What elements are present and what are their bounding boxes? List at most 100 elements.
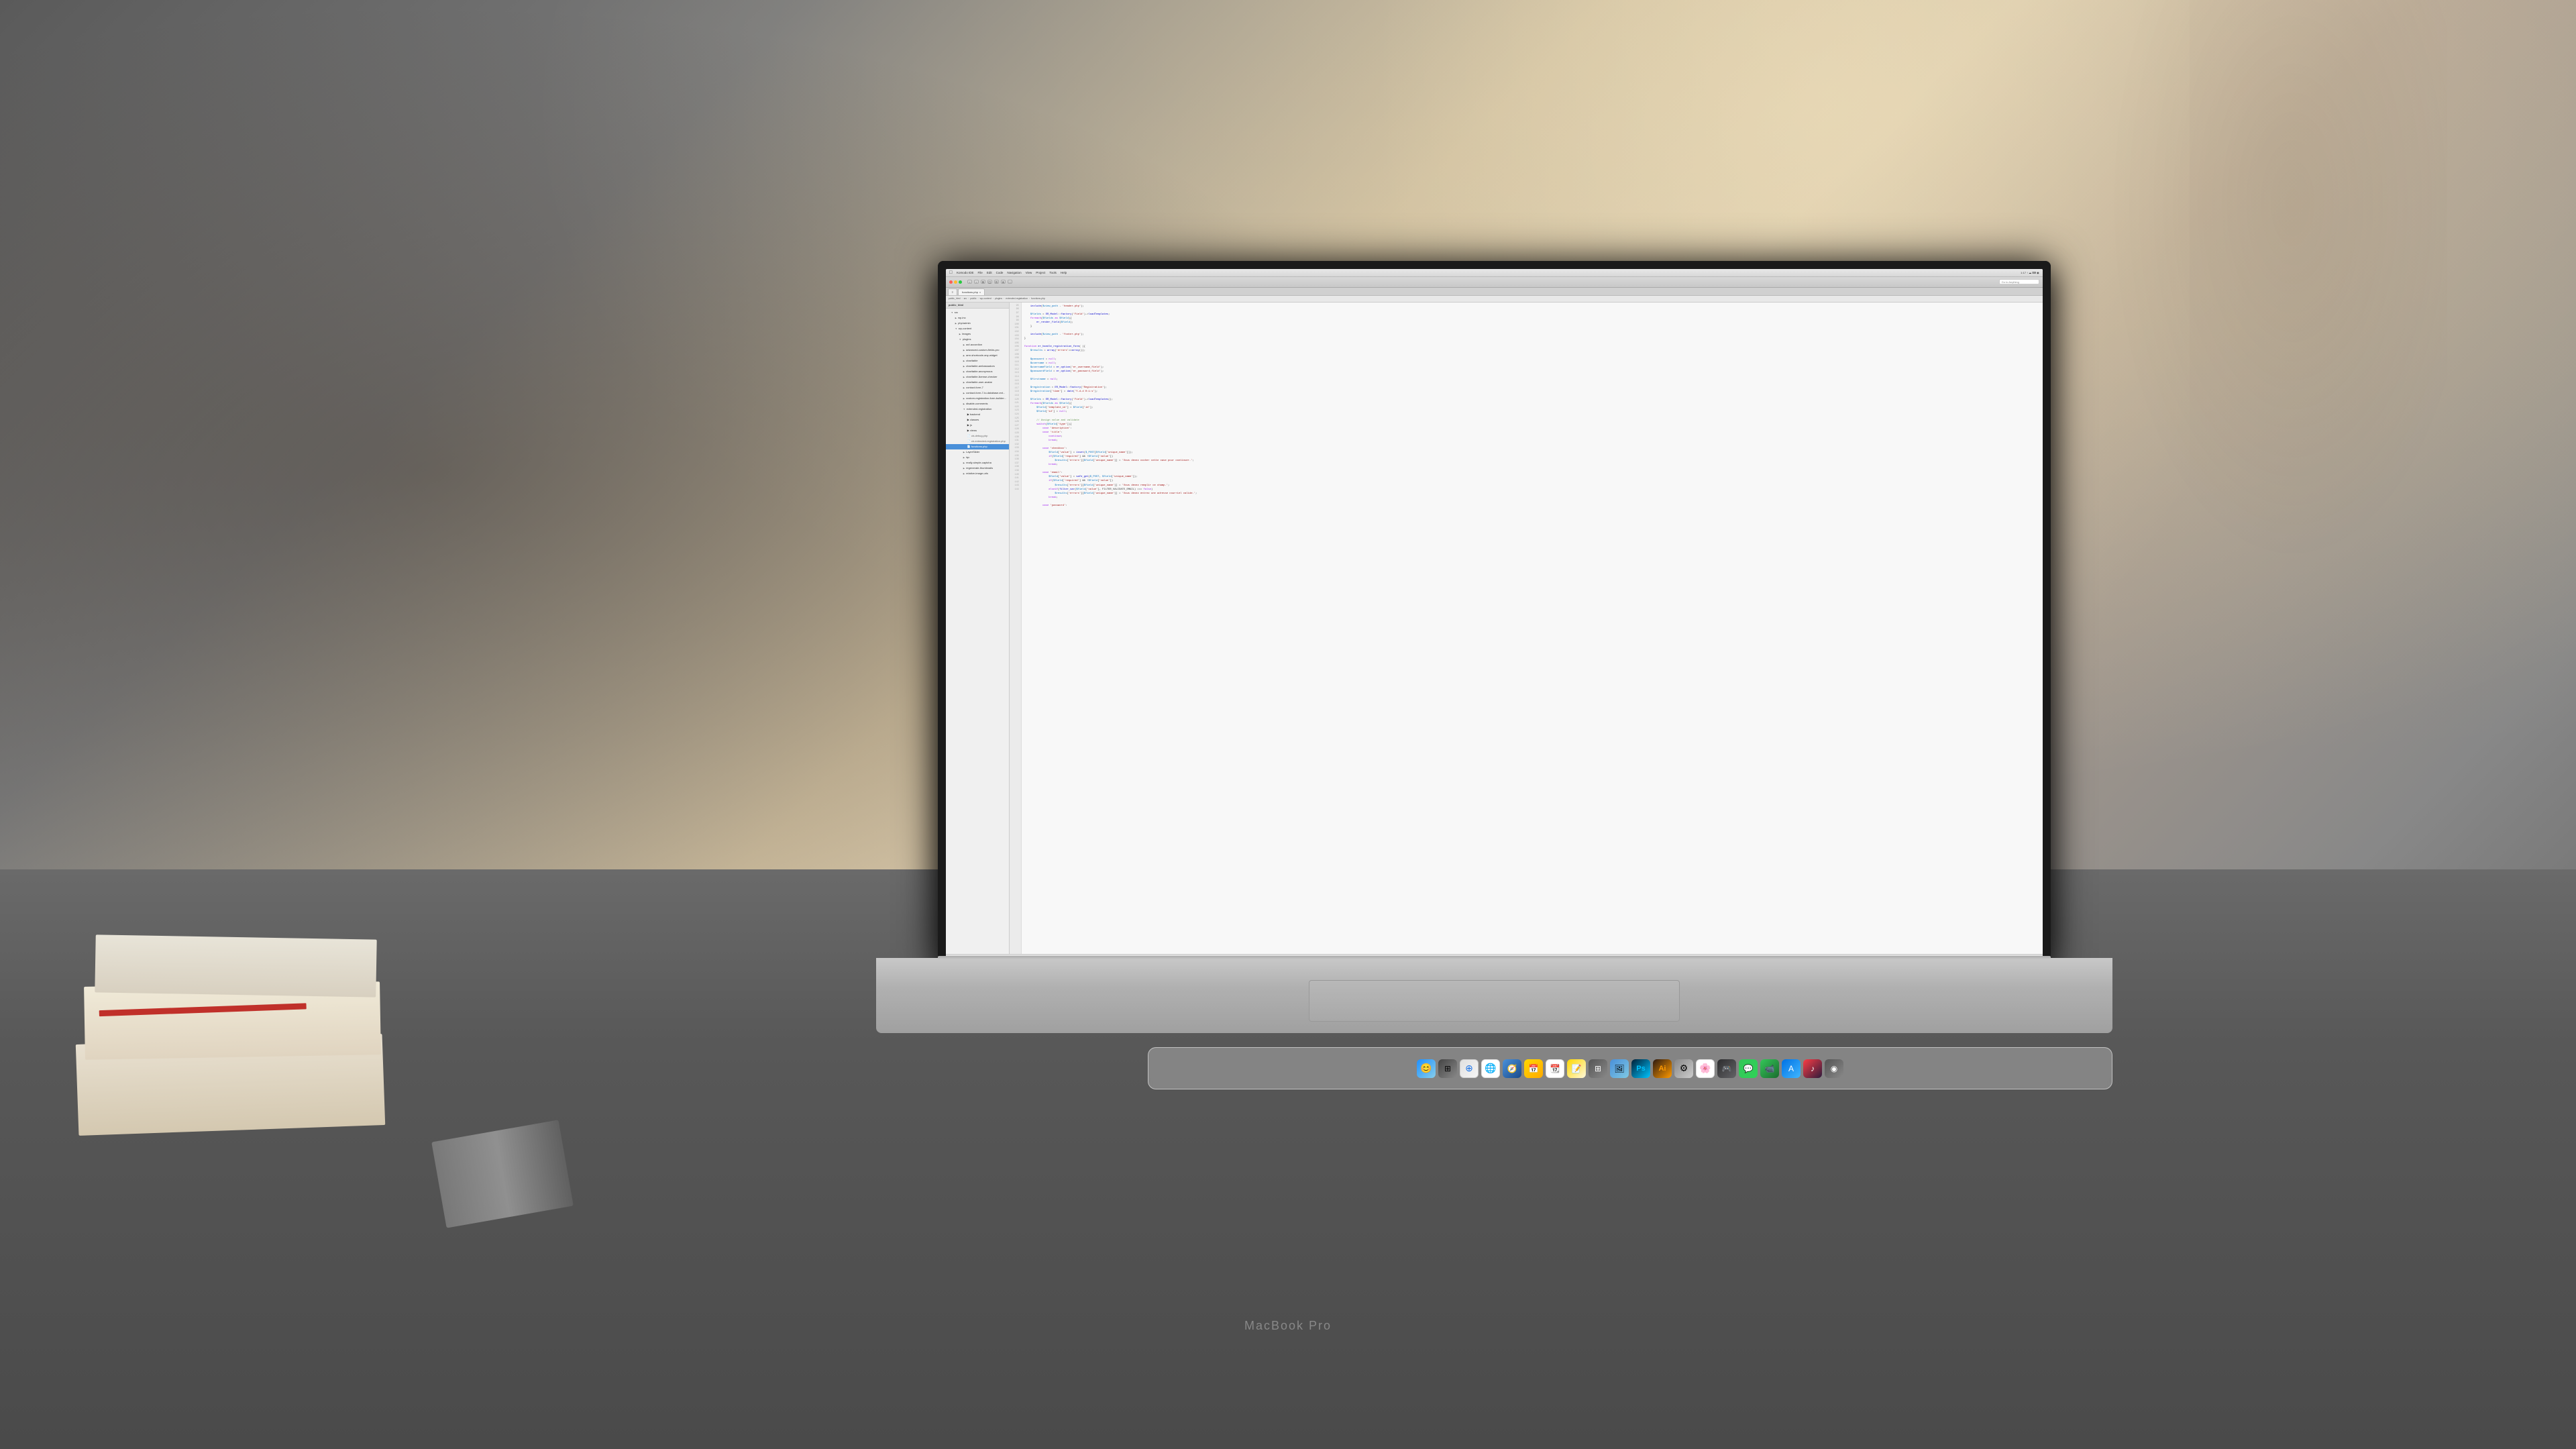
menu-bar:  Komodo IDE File Edit Code Navigation V… <box>946 269 2043 277</box>
close-button[interactable] <box>949 280 953 284</box>
tree-item-acf[interactable]: acf-accordion <box>946 342 1009 347</box>
tree-item-charitable[interactable]: charitable <box>946 358 1009 364</box>
dock-icon-calendar[interactable]: 📆 <box>1546 1059 1564 1078</box>
tree-item-cf7-db[interactable]: contact-form-7-to-database-ext... <box>946 390 1009 396</box>
dock-icon-launchpad[interactable]: ⊞ <box>1438 1059 1457 1078</box>
tree-item-captcha[interactable]: really-simple-captcha <box>946 460 1009 466</box>
dock-icon-contacts[interactable]: 📅 <box>1524 1059 1543 1078</box>
menu-komodo[interactable]: Komodo IDE <box>957 271 974 274</box>
menu-file[interactable]: File <box>978 271 983 274</box>
laptop-screen:  Komodo IDE File Edit Code Navigation V… <box>946 269 2043 962</box>
toolbar-btn-3[interactable]: ⊟ <box>994 280 999 284</box>
sidebar-toggle[interactable]: ≡ <box>948 288 957 295</box>
menu-view[interactable]: View <box>1026 271 1032 274</box>
tree-item-debug[interactable]: 📄 cb-debug.php <box>946 433 1009 439</box>
tree-item-src[interactable]: src <box>946 310 1009 315</box>
tab-functions-php[interactable]: functions.php × <box>958 288 985 295</box>
dock-icon-illustrator[interactable]: Ai <box>1653 1059 1672 1078</box>
menu-edit[interactable]: Edit <box>987 271 992 274</box>
toolbar-btn-1[interactable]: ⊞ <box>981 280 985 284</box>
tree-item-custom-reg[interactable]: custom-registration-form-builder... <box>946 396 1009 401</box>
laptop-screen-bezel:  Komodo IDE File Edit Code Navigation V… <box>938 261 2051 967</box>
tree-item-extended-reg[interactable]: extended-registration <box>946 407 1009 412</box>
dock-icon-messages[interactable]: 💬 <box>1739 1059 1758 1078</box>
tree-item-charitable-lic[interactable]: charitable-license-checker <box>946 374 1009 380</box>
code-content: 9596979899 100101102103104 1051061071081… <box>1010 303 2043 962</box>
dock-icon-appstore[interactable]: A <box>1782 1059 1801 1078</box>
tree-item-acf-pro[interactable]: advanced-custom-fields-pro <box>946 347 1009 353</box>
dock-icon-finder[interactable]: 😊 <box>1417 1059 1436 1078</box>
dock-icon-safari[interactable]: ⊕ <box>1460 1059 1479 1078</box>
back-btn[interactable]: ‹ <box>967 280 972 284</box>
forward-btn[interactable]: › <box>974 280 979 284</box>
dock-icon-facetime[interactable]: 📹 <box>1760 1059 1779 1078</box>
tree-item-charitable-anon[interactable]: charitable-anonymous <box>946 369 1009 374</box>
tree-item-wpcontent[interactable]: wp-content <box>946 326 1009 331</box>
menu-project[interactable]: Project <box>1036 271 1045 274</box>
main-content: public_html src wp-inc php/admin wp-cont… <box>946 303 2043 962</box>
dock-icon-sysprefs[interactable]: ⚙ <box>1674 1059 1693 1078</box>
dock-icon-preview[interactable]: 🖼 <box>1610 1059 1629 1078</box>
tree-item-wpinc[interactable]: wp-inc <box>946 315 1009 321</box>
dock-icon-compass[interactable]: 🧭 <box>1503 1059 1521 1078</box>
tree-item-regen-thumbs[interactable]: regenerate-thumbnails <box>946 466 1009 471</box>
trackpad[interactable] <box>1309 980 1680 1022</box>
dock-icon-notes[interactable]: 📝 <box>1567 1059 1586 1078</box>
scene-background:  Komodo IDE File Edit Code Navigation V… <box>0 0 2576 1449</box>
dock-icon-chrome[interactable]: 🌐 <box>1481 1059 1500 1078</box>
toolbar-btn-5[interactable]: ⋯ <box>1008 280 1012 284</box>
toolbar: ‹ › ⊞ ◫ ⊟ ⊕ ⋯ Go to Anything <box>946 277 2043 288</box>
maximize-button[interactable] <box>959 280 962 284</box>
tab-functions-php-label: functions.php <box>962 290 978 294</box>
tree-item-rel-image[interactable]: relative-image-urls <box>946 471 1009 476</box>
dock-icon-applauncher[interactable]: ⊞ <box>1589 1059 1607 1078</box>
breadcrumb-bar: public_html › src › public › wp-content … <box>946 296 2043 303</box>
tree-item-backend[interactable]: ▶ backend <box>946 412 1009 417</box>
tree-item-layerslider[interactable]: LayerSlider <box>946 449 1009 455</box>
laptop-screen-area:  Komodo IDE File Edit Code Navigation V… <box>938 261 2051 967</box>
code-editor[interactable]: 9596979899 100101102103104 1051061071081… <box>1010 303 2043 962</box>
tree-item-amr[interactable]: amr-shortcode-any-widget <box>946 353 1009 358</box>
tree-item-images[interactable]: images <box>946 331 1009 337</box>
tree-item-classes[interactable]: ▶ classes <box>946 417 1009 423</box>
dock-icon-gamecenter[interactable]: 🎮 <box>1717 1059 1736 1078</box>
tree-item-charitable-amb[interactable]: charitable-ambassadors <box>946 364 1009 369</box>
tree-item-charitable-avatar[interactable]: charitable-user-avatar <box>946 380 1009 385</box>
menu-navigation[interactable]: Navigation <box>1007 271 1021 274</box>
tree-item-plugins[interactable]: plugins <box>946 337 1009 342</box>
apple-logo-icon:  <box>949 270 953 275</box>
toolbar-btn-4[interactable]: ⊕ <box>1001 280 1006 284</box>
macos-window:  Komodo IDE File Edit Code Navigation V… <box>946 269 2043 962</box>
minimize-button[interactable] <box>954 280 957 284</box>
menu-tools[interactable]: Tools <box>1049 271 1057 274</box>
tree-item-functions-php[interactable]: 📄 functions.php <box>946 444 1009 449</box>
code-line-144: case 'password': <box>1024 504 2040 508</box>
traffic-lights <box>949 280 962 284</box>
menu-bar-left:  Komodo IDE File Edit Code Navigation V… <box>949 270 1067 275</box>
dock-icon-unknown[interactable]: ◉ <box>1825 1059 1843 1078</box>
tab-close-icon[interactable]: × <box>979 290 981 294</box>
dock-icon-photoshop[interactable]: Ps <box>1631 1059 1650 1078</box>
breadcrumb-path: public_html › src › public › wp-content … <box>949 297 1045 300</box>
tree-item-js[interactable]: ▶ js <box>946 423 1009 428</box>
file-tree[interactable]: src wp-inc php/admin wp-content images p… <box>946 309 1009 478</box>
tab-bar: ≡ functions.php × <box>946 288 2043 296</box>
go-to-anything-input[interactable]: Go to Anything <box>1999 279 2039 284</box>
menu-bar-time: 1:17 ↑ ☁ ⌨ ◉ <box>2021 271 2039 274</box>
book-band <box>99 1003 307 1016</box>
tree-item-cf7[interactable]: contact-form-7 <box>946 385 1009 390</box>
sidebar-header: public_html <box>946 303 1009 309</box>
tree-item-cb-ext-reg[interactable]: 📄 cb-extended-registration.php <box>946 439 1009 444</box>
code-lines: include($view_path . 'header.php'); $fie… <box>1022 303 2043 962</box>
toolbar-btn-2[interactable]: ◫ <box>987 280 992 284</box>
tree-item-views[interactable]: ▶ views <box>946 428 1009 433</box>
books-stack <box>77 869 438 1130</box>
dock-icon-photos[interactable]: 🌸 <box>1696 1059 1715 1078</box>
menu-code[interactable]: Code <box>996 271 1004 274</box>
menu-help[interactable]: Help <box>1061 271 1067 274</box>
tree-item-iqc[interactable]: iqc <box>946 455 1009 460</box>
laptop:  Komodo IDE File Edit Code Navigation V… <box>876 261 2112 1203</box>
tree-item-disable-comments[interactable]: disable-comments <box>946 401 1009 407</box>
dock-icon-music[interactable]: ♪ <box>1803 1059 1822 1078</box>
tree-item-admin[interactable]: php/admin <box>946 321 1009 326</box>
